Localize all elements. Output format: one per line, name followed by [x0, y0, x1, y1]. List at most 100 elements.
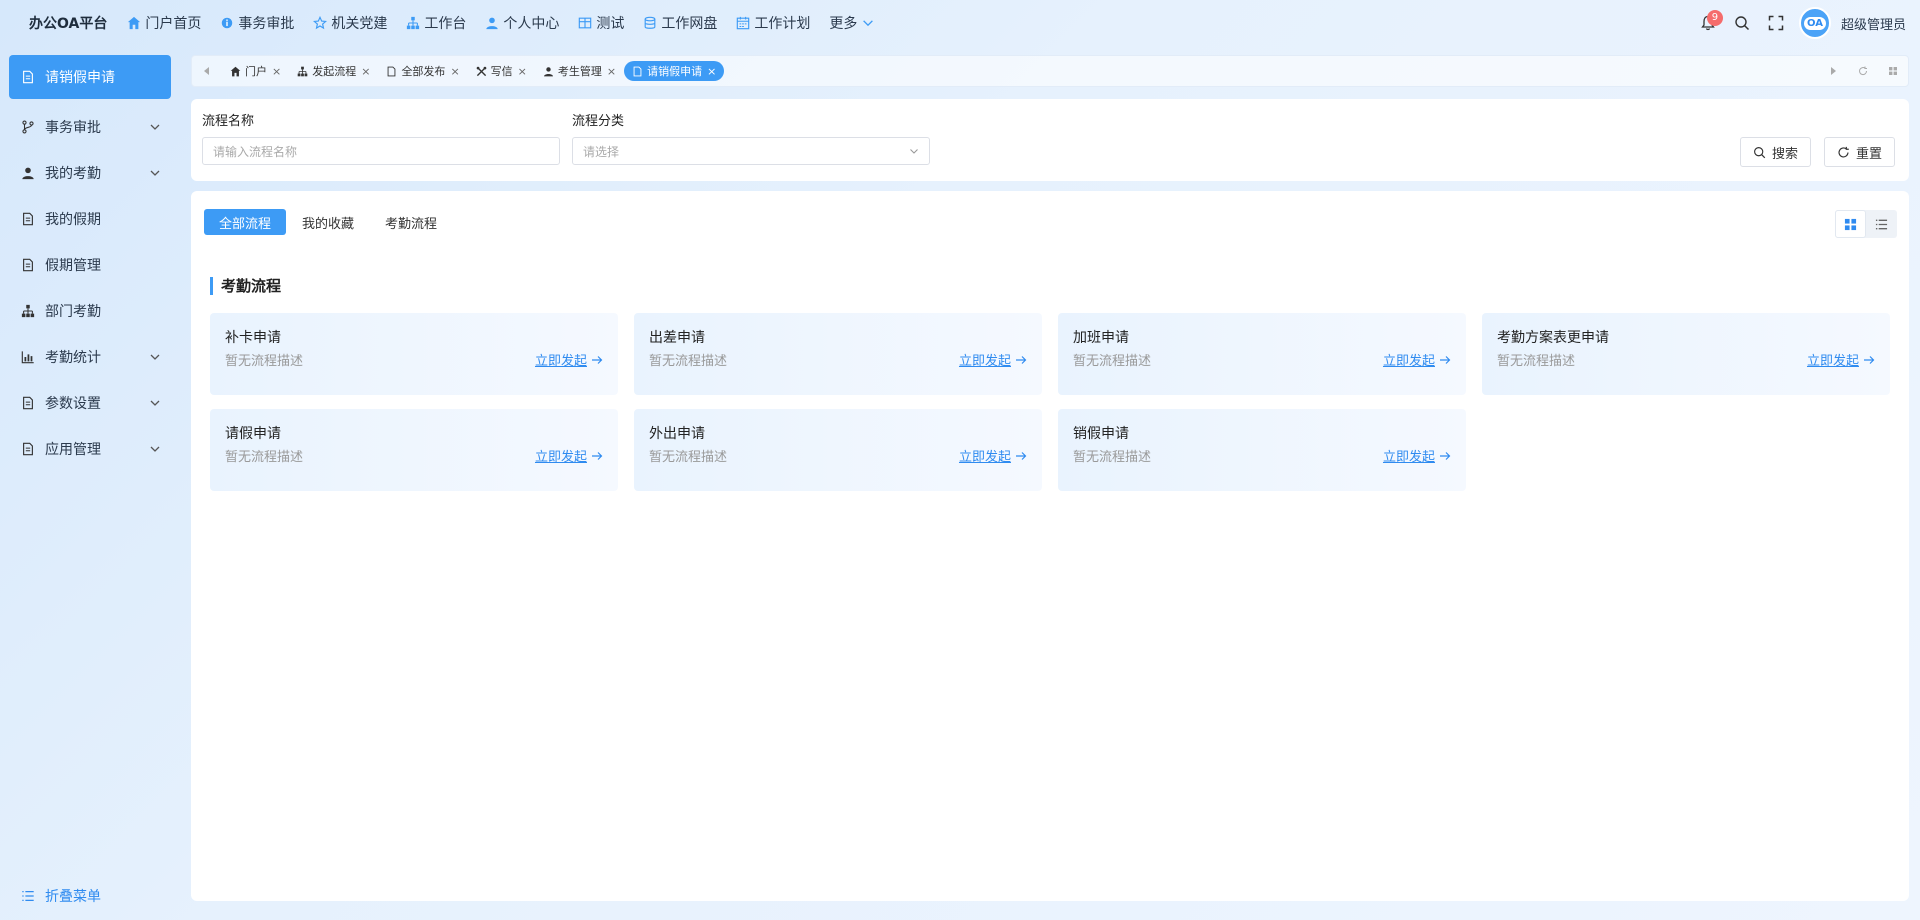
refresh-icon: [1859, 66, 1868, 76]
document-icon: [23, 396, 33, 410]
branch-icon: [22, 120, 34, 134]
subtab-all-flows[interactable]: 全部流程: [204, 209, 287, 235]
filter-panel: 流程名称 请输入流程名称 流程分类 请选择 搜索 重置: [191, 99, 1909, 181]
flow-card[interactable]: 加班申请 暂无流程描述 立即发起: [1058, 313, 1466, 395]
close-icon[interactable]: ×: [272, 65, 281, 78]
sidebar-item-my-leave[interactable]: 我的假期: [0, 196, 180, 242]
topnav-item-more[interactable]: 更多: [829, 13, 875, 33]
org-icon: [297, 66, 308, 76]
flow-card-name: 出差申请: [649, 330, 705, 346]
list-view-button[interactable]: [1866, 210, 1897, 238]
start-flow-link[interactable]: 立即发起: [1807, 350, 1875, 369]
topnav-label: 工作网盘: [661, 16, 718, 32]
flow-card[interactable]: 销假申请 暂无流程描述 立即发起: [1058, 409, 1466, 491]
topnav-item-party[interactable]: 机关党建: [313, 13, 387, 33]
avatar[interactable]: OA: [1798, 7, 1831, 39]
flow-category-select[interactable]: 请选择: [572, 137, 930, 165]
start-flow-link[interactable]: 立即发起: [535, 446, 603, 465]
start-flow-label: 立即发起: [534, 450, 587, 465]
close-icon[interactable]: ×: [361, 65, 370, 78]
refresh-button[interactable]: [1848, 56, 1878, 86]
sidebar-item-settings[interactable]: 参数设置: [0, 380, 180, 426]
list-icon: [1875, 219, 1888, 229]
fullscreen-button[interactable]: [1759, 6, 1793, 40]
document-icon: [388, 66, 396, 76]
flow-card-name: 外出申请: [649, 426, 705, 442]
close-icon[interactable]: ×: [518, 65, 527, 78]
sidebar-item-app-management[interactable]: 应用管理: [0, 426, 180, 472]
collapse-menu-button[interactable]: 折叠菜单: [21, 886, 101, 906]
flow-card-name: 加班申请: [1073, 330, 1129, 346]
tab-portal[interactable]: 门户 ×: [222, 61, 289, 81]
topnav-item-plan[interactable]: 工作计划: [736, 13, 810, 33]
reset-button-label: 重置: [1856, 146, 1883, 162]
grid-view-button[interactable]: [1835, 210, 1866, 238]
subtab-attendance-flows[interactable]: 考勤流程: [370, 209, 452, 235]
start-flow-link[interactable]: 立即发起: [959, 350, 1027, 369]
flow-card-desc: 暂无流程描述: [1073, 450, 1152, 465]
tabs-scroll-right[interactable]: [1818, 56, 1848, 86]
close-icon[interactable]: ×: [707, 65, 716, 78]
topnav-item-personal[interactable]: 个人中心: [485, 13, 559, 33]
notification-button[interactable]: 9: [1691, 6, 1725, 40]
search-button[interactable]: [1725, 6, 1759, 40]
tab-student-management[interactable]: 考生管理 ×: [535, 61, 624, 81]
tab-all-published[interactable]: 全部发布 ×: [378, 61, 467, 81]
flow-card-desc: 暂无流程描述: [649, 450, 728, 465]
view-toggle: [1835, 210, 1897, 238]
start-flow-link[interactable]: 立即发起: [959, 446, 1027, 465]
sidebar-item-dept-attendance[interactable]: 部门考勤: [0, 288, 180, 334]
reset-button[interactable]: 重置: [1824, 137, 1896, 167]
topnav-item-test[interactable]: 测试: [578, 13, 624, 33]
document-icon: [23, 258, 33, 272]
subtab-favorites[interactable]: 我的收藏: [287, 209, 369, 235]
flow-card-desc: 暂无流程描述: [1073, 354, 1152, 369]
collapse-menu-label: 折叠菜单: [45, 889, 101, 905]
start-flow-label: 立即发起: [1806, 354, 1859, 369]
flow-name-input[interactable]: 请输入流程名称: [202, 137, 560, 165]
header-actions: 9 OA 超级管理员: [1691, 0, 1906, 46]
flow-card[interactable]: 外出申请 暂无流程描述 立即发起: [634, 409, 1042, 491]
flow-card-name: 销假申请: [1073, 426, 1129, 442]
flow-card-desc: 暂无流程描述: [1497, 354, 1576, 369]
sidebar-item-approval[interactable]: 事务审批: [0, 104, 180, 150]
sidebar-item-label: 我的考勤: [45, 166, 101, 182]
topnav-item-home[interactable]: 门户首页: [127, 13, 201, 33]
tab-start-flow[interactable]: 发起流程 ×: [289, 61, 378, 81]
sidebar-item-leave-request[interactable]: 请销假申请: [9, 55, 171, 99]
home-icon: [128, 16, 141, 30]
sidebar-item-leave-management[interactable]: 假期管理: [0, 242, 180, 288]
tabs-scroll-left[interactable]: [192, 56, 222, 86]
username[interactable]: 超级管理员: [1841, 14, 1906, 33]
tab-write-letter[interactable]: 写信 ×: [468, 61, 535, 81]
tab-label: 发起流程: [312, 65, 357, 78]
search-button[interactable]: 搜索: [1740, 137, 1812, 167]
flow-card[interactable]: 请假申请 暂无流程描述 立即发起: [210, 409, 618, 491]
tabs-menu-button[interactable]: [1878, 56, 1908, 86]
tab-leave-request[interactable]: 请销假申请 ×: [624, 61, 725, 81]
topnav-item-workbench[interactable]: 工作台: [406, 13, 466, 33]
topnav-label: 更多: [829, 16, 858, 32]
start-flow-link[interactable]: 立即发起: [535, 350, 603, 369]
chevron-down-icon: [863, 20, 874, 27]
flow-card[interactable]: 考勤方案表更申请 暂无流程描述 立即发起: [1482, 313, 1890, 395]
start-flow-link[interactable]: 立即发起: [1383, 446, 1451, 465]
close-icon[interactable]: ×: [607, 65, 616, 78]
arrow-right-icon: [1440, 355, 1451, 364]
topnav-item-drive[interactable]: 工作网盘: [643, 13, 717, 33]
flow-card[interactable]: 补卡申请 暂无流程描述 立即发起: [210, 313, 618, 395]
start-flow-label: 立即发起: [1382, 450, 1435, 465]
tab-label: 门户: [245, 65, 267, 78]
flow-card[interactable]: 出差申请 暂无流程描述 立即发起: [634, 313, 1042, 395]
start-flow-link[interactable]: 立即发起: [1383, 350, 1451, 369]
topnav-label: 工作计划: [754, 16, 811, 32]
topnav-item-approval[interactable]: 事务审批: [220, 13, 294, 33]
topnav-label: 门户首页: [145, 16, 202, 32]
sidebar-item-my-attendance[interactable]: 我的考勤: [0, 150, 180, 196]
tabs-actions: [1818, 56, 1908, 86]
close-icon[interactable]: ×: [450, 65, 459, 78]
sidebar-item-label: 应用管理: [45, 442, 101, 458]
sidebar-item-statistics[interactable]: 考勤统计: [0, 334, 180, 380]
arrow-right-icon: [1864, 355, 1875, 364]
arrow-right-icon: [1016, 451, 1027, 460]
